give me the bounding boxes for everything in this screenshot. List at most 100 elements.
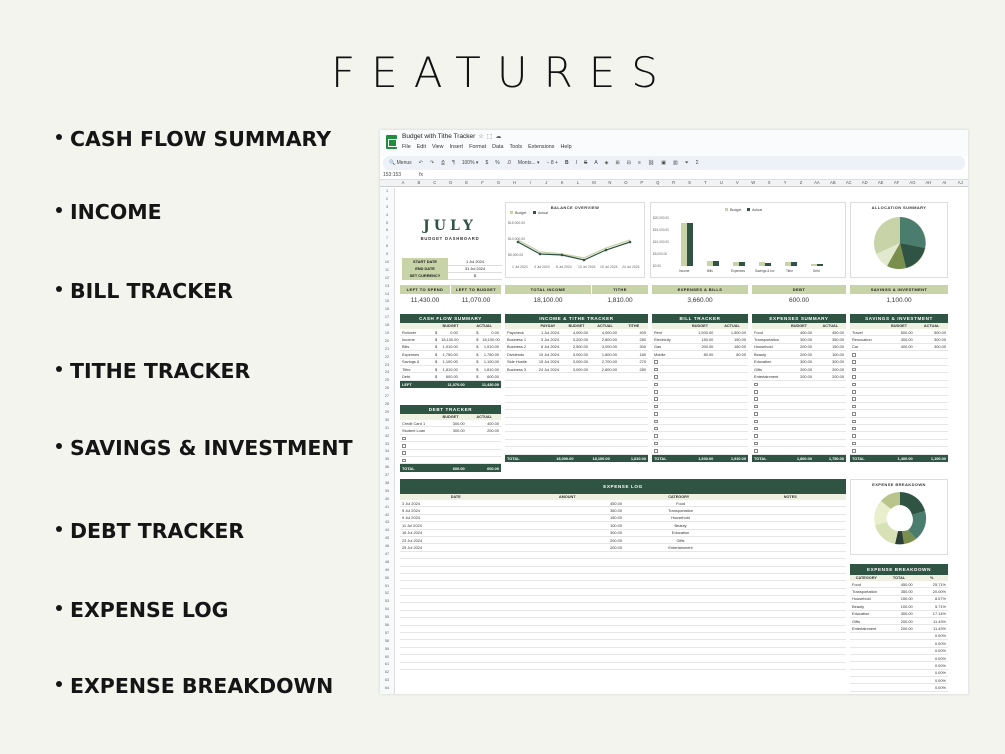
row-header[interactable]: 35: [380, 456, 394, 464]
table-row[interactable]: Student Loan 300.00 200.00: [400, 427, 501, 435]
table-row[interactable]: [652, 373, 748, 381]
table-row[interactable]: [850, 410, 948, 418]
cell[interactable]: 1,810.00: [480, 367, 501, 372]
undo-icon[interactable]: ↶: [419, 160, 423, 166]
log-amount[interactable]: 200.00: [511, 538, 624, 543]
cell[interactable]: Rent: [652, 330, 683, 335]
table-row[interactable]: [400, 618, 846, 626]
column-header[interactable]: AC: [841, 180, 857, 186]
cell[interactable]: $: [419, 374, 440, 379]
checkbox[interactable]: [402, 436, 406, 441]
breakdown-category[interactable]: Transportation: [850, 589, 881, 594]
table-row[interactable]: Car 400.00 300.00: [850, 344, 948, 352]
strike-icon[interactable]: S: [584, 160, 587, 166]
row-header[interactable]: 3: [380, 204, 394, 212]
table-row[interactable]: [505, 440, 648, 448]
table-row[interactable]: [752, 388, 846, 396]
table-row[interactable]: [752, 418, 846, 426]
table-row[interactable]: Business 3 24 Jul 2024 3,000.00 2,800.00 280: [505, 366, 648, 374]
table-row[interactable]: [850, 432, 948, 440]
cell[interactable]: 3,000.00: [561, 359, 590, 364]
table-row[interactable]: Business 13 Jul 2024 3,200.00 2,800.00 280: [505, 336, 648, 344]
row-header[interactable]: 15: [380, 298, 394, 306]
cell[interactable]: 1,100.00: [480, 359, 501, 364]
cell[interactable]: $: [419, 352, 440, 357]
checkbox[interactable]: [852, 353, 856, 357]
row-header[interactable]: 13: [380, 283, 394, 291]
table-row[interactable]: [505, 432, 648, 440]
row-header[interactable]: 4: [380, 212, 394, 220]
column-header[interactable]: Q: [650, 180, 666, 186]
breakdown-category[interactable]: Food: [850, 582, 881, 587]
cell[interactable]: [850, 411, 881, 416]
cell[interactable]: 1,500.00: [683, 330, 716, 335]
column-header[interactable]: AA: [809, 180, 825, 186]
checkbox[interactable]: [754, 419, 758, 424]
cell[interactable]: [850, 441, 881, 446]
chart-icon[interactable]: ▥: [673, 160, 678, 166]
column-header[interactable]: AB: [825, 180, 841, 186]
cell[interactable]: 300.00: [782, 359, 814, 364]
log-date[interactable]: 11 Jul 2024: [400, 523, 511, 528]
breakdown-percent[interactable]: 5.71%: [915, 604, 948, 609]
cell[interactable]: Car: [850, 344, 881, 349]
checkbox[interactable]: [852, 367, 856, 372]
table-row[interactable]: [652, 381, 748, 389]
table-row[interactable]: [652, 403, 748, 411]
cell[interactable]: [752, 418, 782, 424]
table-row[interactable]: [505, 447, 648, 455]
table-row[interactable]: [400, 435, 501, 443]
column-header[interactable]: AI: [936, 180, 952, 186]
row-header[interactable]: 48: [380, 559, 394, 567]
row-header[interactable]: 2: [380, 196, 394, 204]
table-row[interactable]: Credit Card 1 300.00 400.00: [400, 420, 501, 428]
table-row[interactable]: Side Hustle 15 Jul 2024 3,000.00 2,700.00 27…: [505, 359, 648, 366]
cell[interactable]: Side Hustle: [505, 359, 532, 364]
cell[interactable]: 200.00: [814, 367, 846, 372]
table-row[interactable]: Beauty 100.00 5.71%: [850, 603, 948, 611]
table-row[interactable]: [400, 450, 501, 457]
cell[interactable]: [652, 359, 683, 364]
cell[interactable]: 3,000.00: [561, 367, 590, 372]
cell[interactable]: Business 1: [505, 337, 532, 342]
breakdown-percent[interactable]: 0.00%: [915, 656, 948, 661]
row-header[interactable]: 27: [380, 393, 394, 401]
fill-color-icon[interactable]: ◈: [605, 160, 609, 166]
row-header[interactable]: 8: [380, 243, 394, 251]
breakdown-percent[interactable]: 20.00%: [915, 589, 948, 594]
table-row[interactable]: Food 400.00 450.00: [752, 329, 846, 337]
cell[interactable]: 4,000.00: [590, 330, 619, 335]
checkbox[interactable]: [852, 426, 856, 431]
table-row[interactable]: Entertainment 200.00 200.00: [752, 373, 846, 381]
cell[interactable]: [652, 404, 683, 409]
cell[interactable]: $: [419, 367, 440, 372]
log-category[interactable]: Transportation: [624, 508, 735, 513]
table-row[interactable]: [400, 442, 501, 450]
table-row[interactable]: Gifts 200.00 11.43%: [850, 618, 948, 626]
breakdown-category[interactable]: Entertainment: [850, 626, 881, 631]
table-row[interactable]: Debt $600.00 $600.00: [400, 373, 501, 381]
checkbox[interactable]: [852, 449, 856, 453]
row-header[interactable]: 9: [380, 251, 394, 259]
currency-value[interactable]: $: [448, 272, 502, 280]
merge-icon[interactable]: ⊟: [627, 160, 631, 166]
table-row[interactable]: [505, 425, 648, 433]
cell[interactable]: Business 2: [505, 344, 532, 349]
breakdown-total[interactable]: 200.00: [881, 626, 914, 631]
table-row[interactable]: Savings & Inv$1,100.00$1,100.00: [400, 359, 501, 366]
paint-format-icon[interactable]: ¶: [452, 160, 455, 166]
cell[interactable]: 1,910.00: [480, 344, 501, 349]
cell[interactable]: [850, 367, 881, 372]
name-box[interactable]: 153:153: [383, 172, 401, 178]
cell[interactable]: [652, 441, 683, 446]
cell[interactable]: 500.00: [915, 330, 948, 335]
row-header[interactable]: 47: [380, 551, 394, 559]
breakdown-total[interactable]: 100.00: [881, 604, 914, 609]
row-header[interactable]: 56: [380, 622, 394, 630]
cell[interactable]: [652, 418, 683, 424]
cell[interactable]: 18,100.00: [480, 337, 501, 342]
row-header[interactable]: 28: [380, 401, 394, 409]
table-row[interactable]: 9 Jul 2024 150.00 Household: [400, 515, 846, 523]
cloud-icon[interactable]: ☁: [495, 134, 501, 140]
table-row[interactable]: Beauty 200.00 100.00: [752, 351, 846, 359]
